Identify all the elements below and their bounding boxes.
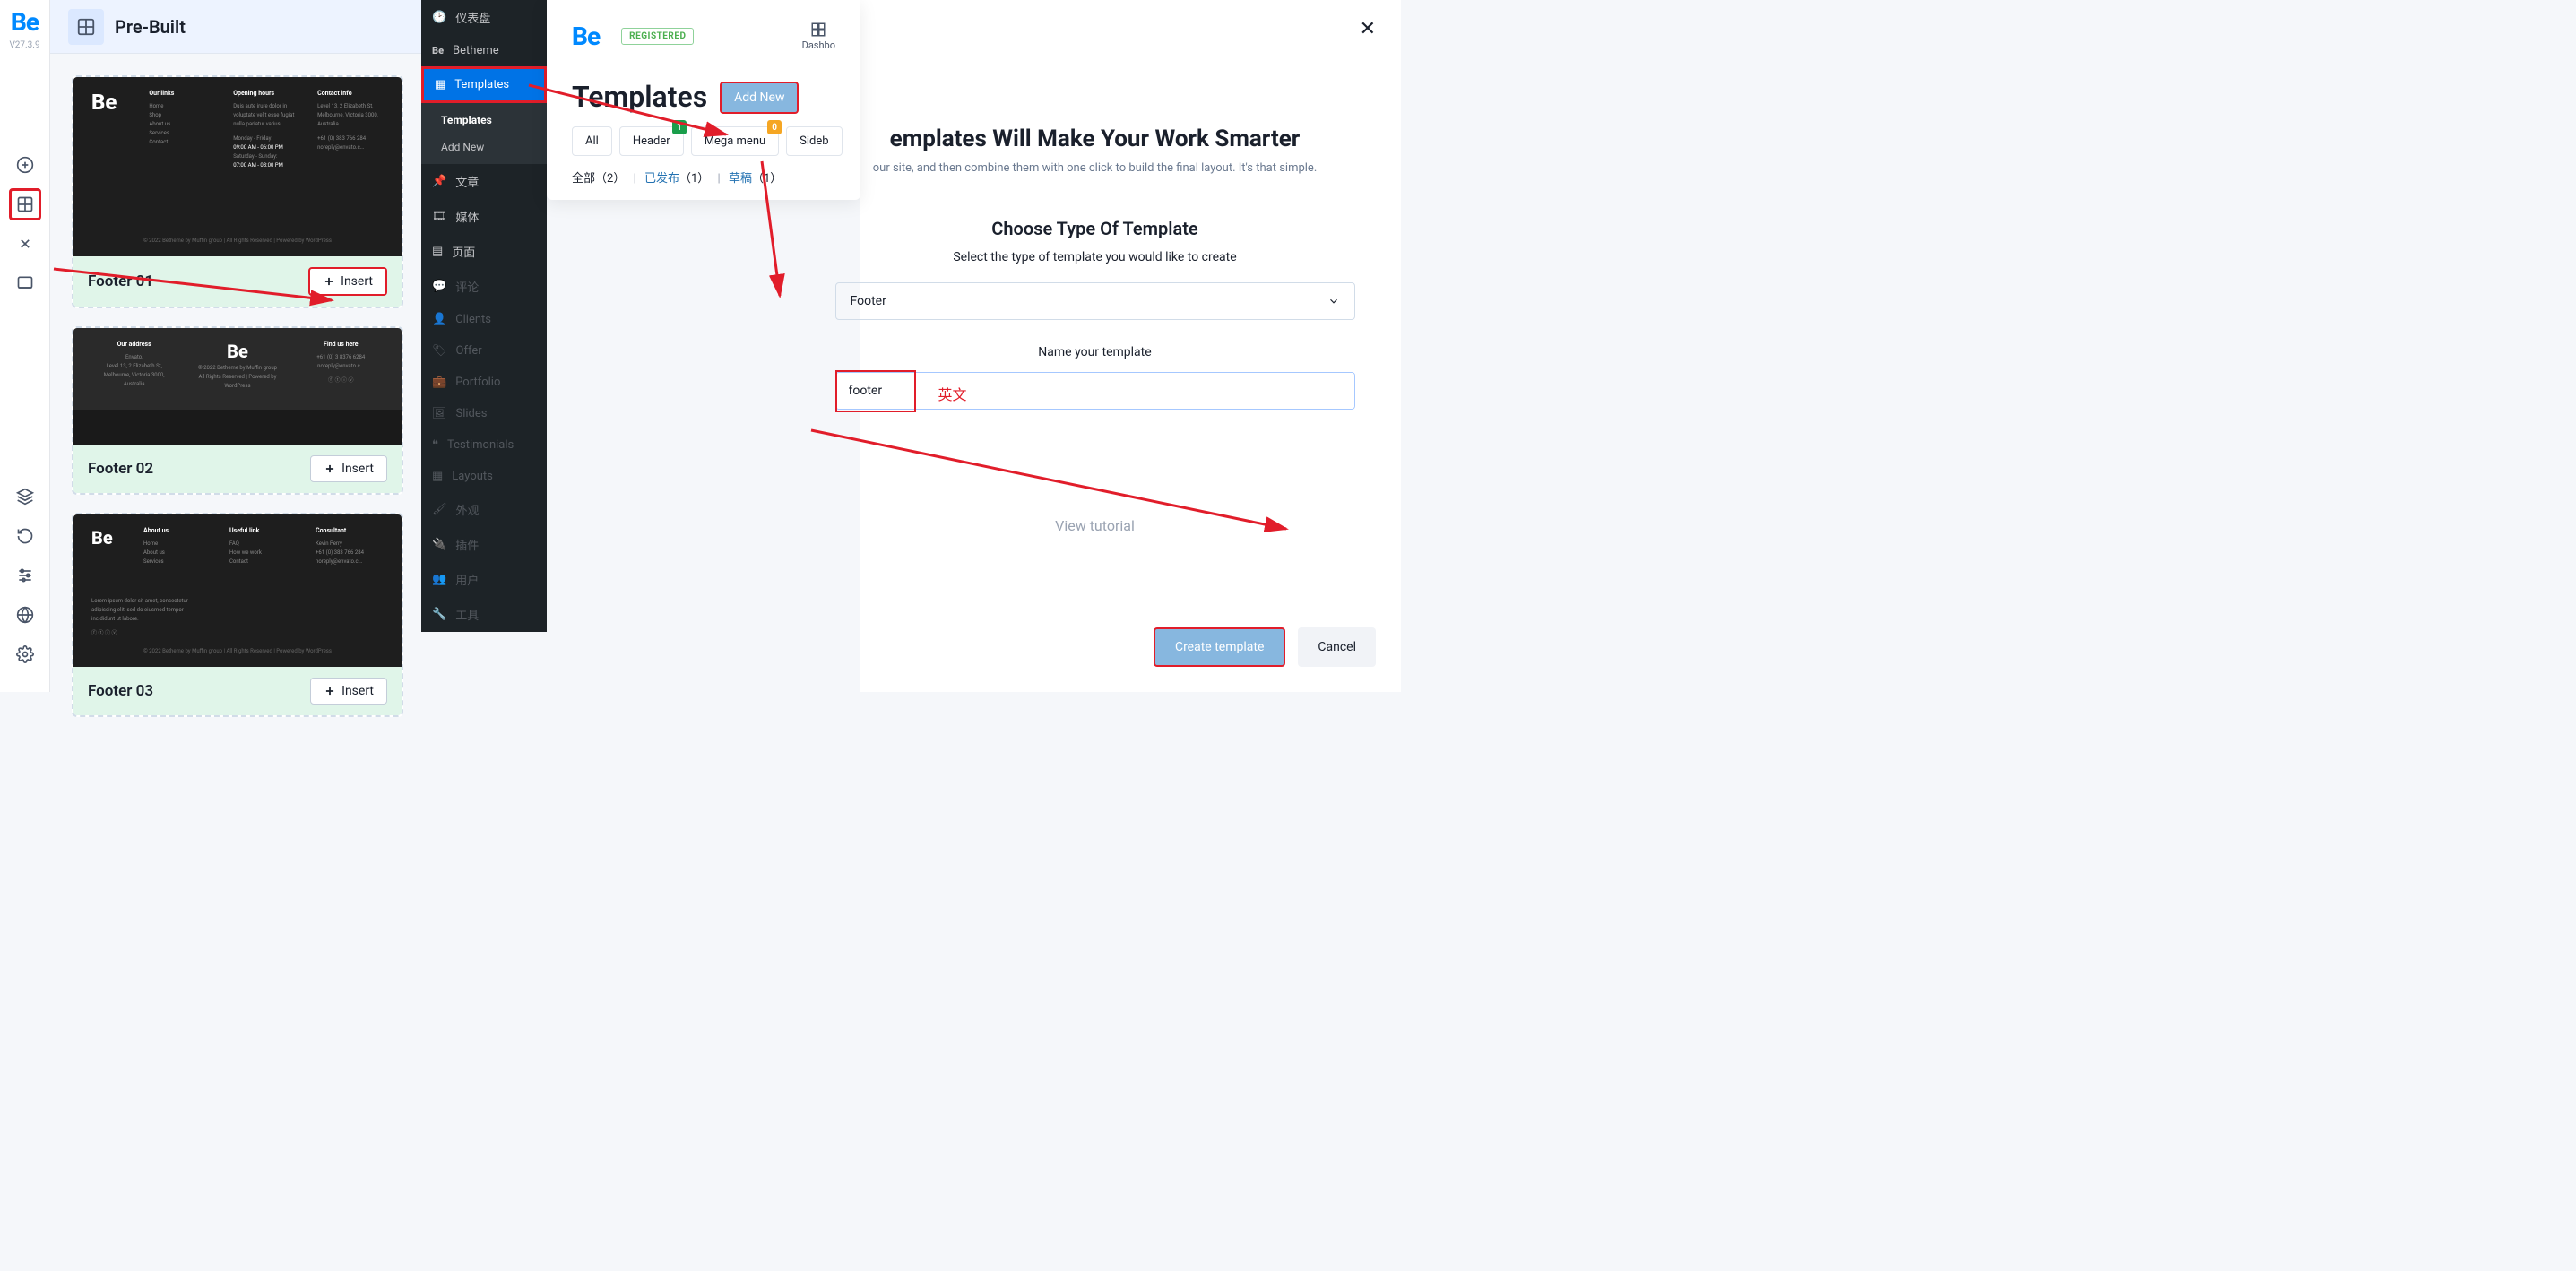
dashboard-link[interactable]: Dashbo bbox=[802, 22, 835, 51]
modal-headline: emplates Will Make Your Work Smarter bbox=[789, 125, 1401, 152]
chevron-down-icon bbox=[1327, 295, 1340, 307]
tab-all[interactable]: All bbox=[572, 126, 612, 156]
status-line: 全部（2） | 已发布（1） | 草稿（1） bbox=[547, 156, 860, 186]
modal-choose-heading: Choose Type Of Template bbox=[789, 218, 1401, 239]
wrench-icon: 🔧 bbox=[432, 608, 446, 621]
wp-menu-clients[interactable]: 👤Clients bbox=[421, 304, 547, 335]
preview-heading: Our links bbox=[149, 90, 215, 97]
wp-admin-sidebar: 🕑仪表盘 BeBetheme ▦Templates Templates Add … bbox=[421, 0, 547, 632]
card-name: Footer 03 bbox=[88, 682, 153, 700]
slides-icon: 🖼 bbox=[432, 407, 447, 420]
brush-icon: 🖌 bbox=[432, 503, 447, 516]
prebuilt-sections-icon[interactable] bbox=[9, 188, 41, 220]
wp-menu-layouts[interactable]: ▦Layouts bbox=[421, 461, 547, 492]
left-rail: Be V27.3.9 bbox=[0, 0, 50, 692]
wp-submenu-addnew[interactable]: Add New bbox=[421, 134, 547, 160]
wp-menu-offer[interactable]: 🏷Offer bbox=[421, 335, 547, 367]
gear-icon[interactable] bbox=[9, 638, 41, 670]
layouts-icon: ▦ bbox=[432, 470, 443, 483]
modal-subtext: our site, and then combine them with one… bbox=[789, 161, 1401, 175]
wp-menu-pages[interactable]: ▤页面 bbox=[421, 234, 547, 269]
templates-heading: Templates bbox=[572, 80, 707, 114]
wp-menu-betheme[interactable]: BeBetheme bbox=[421, 35, 547, 66]
preview-heading: Opening hours bbox=[233, 90, 299, 97]
card-preview: Our addressEnvato,Level 13, 2 Elizabeth … bbox=[73, 328, 402, 445]
be-panel-logo: Be bbox=[572, 22, 600, 51]
card-footer-02: Our addressEnvato,Level 13, 2 Elizabeth … bbox=[72, 326, 403, 495]
registered-badge: REGISTERED bbox=[621, 28, 694, 45]
wp-menu-media[interactable]: 🎞媒体 bbox=[421, 199, 547, 234]
wp-menu-portfolio[interactable]: 💼Portfolio bbox=[421, 367, 547, 398]
plug-icon: 🔌 bbox=[432, 538, 446, 551]
modal-name-heading: Name your template bbox=[789, 345, 1401, 359]
card-footer-03: Be About usHomeAbout usServices Useful l… bbox=[72, 513, 403, 717]
create-template-button[interactable]: Create template bbox=[1154, 627, 1285, 667]
template-type-dropdown[interactable]: Footer bbox=[835, 282, 1355, 320]
pin-icon: 📌 bbox=[432, 175, 446, 188]
users-icon: 👥 bbox=[432, 573, 446, 586]
wp-menu-slides[interactable]: 🖼Slides bbox=[421, 398, 547, 429]
template-name-input[interactable] bbox=[836, 373, 1354, 409]
link-draft[interactable]: 草稿 bbox=[729, 172, 752, 186]
media-icon: 🎞 bbox=[432, 210, 447, 223]
prebuilt-icon bbox=[68, 9, 104, 45]
dashboard-icon: 🕑 bbox=[432, 11, 446, 24]
page-icon: ▤ bbox=[432, 245, 443, 258]
template-cards: Be Our linksHomeShopAbout usServicesCont… bbox=[72, 75, 403, 717]
insert-button[interactable]: Insert bbox=[308, 267, 387, 296]
card-footer-01: Be Our linksHomeShopAbout usServicesCont… bbox=[72, 75, 403, 308]
layout-icon[interactable] bbox=[9, 267, 41, 299]
portfolio-icon: 💼 bbox=[432, 376, 446, 389]
layers-icon[interactable] bbox=[9, 480, 41, 513]
card-name: Footer 01 bbox=[88, 272, 153, 290]
clients-icon: 👤 bbox=[432, 313, 446, 326]
card-preview: Be About usHomeAbout usServices Useful l… bbox=[73, 514, 402, 667]
wp-menu-users[interactable]: 👥用户 bbox=[421, 562, 547, 597]
page-title: Pre-Built bbox=[115, 16, 186, 38]
add-icon[interactable] bbox=[9, 149, 41, 181]
count-badge: 1 bbox=[672, 120, 687, 134]
modal-select-help: Select the type of template you would li… bbox=[789, 250, 1401, 264]
link-published[interactable]: 已发布 bbox=[644, 172, 679, 186]
insert-button[interactable]: Insert bbox=[310, 455, 387, 482]
version-label: V27.3.9 bbox=[9, 40, 39, 50]
tab-sidebar[interactable]: Sideb bbox=[786, 126, 842, 156]
globe-icon[interactable] bbox=[9, 599, 41, 631]
tab-header[interactable]: Header1 bbox=[619, 126, 684, 156]
tab-mega-menu[interactable]: Mega menu0 bbox=[691, 126, 779, 156]
card-name: Footer 02 bbox=[88, 460, 153, 478]
wp-menu-posts[interactable]: 📌文章 bbox=[421, 164, 547, 199]
wp-menu-appearance[interactable]: 🖌外观 bbox=[421, 492, 547, 527]
card-preview: Be Our linksHomeShopAbout usServicesCont… bbox=[73, 77, 402, 256]
count-badge: 0 bbox=[767, 120, 782, 134]
cancel-button[interactable]: Cancel bbox=[1298, 627, 1376, 667]
wp-menu-tools[interactable]: 🔧工具 bbox=[421, 597, 547, 632]
revisions-icon[interactable] bbox=[9, 520, 41, 552]
be-templates-panel: Be REGISTERED Dashbo Templates Add New A… bbox=[547, 0, 860, 200]
view-tutorial-link[interactable]: View tutorial bbox=[789, 517, 1401, 534]
wp-submenu-templates[interactable]: Templates bbox=[421, 107, 547, 134]
wp-menu-plugins[interactable]: 🔌插件 bbox=[421, 527, 547, 562]
insert-button[interactable]: Insert bbox=[310, 678, 387, 705]
templates-icon: ▦ bbox=[435, 78, 445, 91]
create-template-modal: ✕ emplates Will Make Your Work Smarter o… bbox=[860, 0, 1401, 692]
close-icon[interactable]: ✕ bbox=[1360, 18, 1376, 40]
be-logo: Be bbox=[11, 7, 39, 37]
preview-heading: Contact info bbox=[317, 90, 384, 97]
comment-icon: 💬 bbox=[432, 280, 446, 293]
sliders-icon[interactable] bbox=[9, 559, 41, 592]
wp-menu-templates[interactable]: ▦Templates bbox=[421, 66, 547, 103]
wp-menu-testimonials[interactable]: ❝Testimonials bbox=[421, 429, 547, 461]
preview-be-logo: Be bbox=[91, 90, 131, 115]
wp-menu-comments[interactable]: 💬评论 bbox=[421, 269, 547, 304]
quote-icon: ❝ bbox=[432, 438, 438, 452]
import-export-icon[interactable] bbox=[9, 228, 41, 260]
offer-icon: 🏷 bbox=[432, 344, 447, 358]
be-icon: Be bbox=[432, 45, 444, 56]
add-new-button[interactable]: Add New bbox=[720, 82, 799, 114]
wp-menu-dashboard[interactable]: 🕑仪表盘 bbox=[421, 0, 547, 35]
grid-icon bbox=[810, 22, 826, 38]
